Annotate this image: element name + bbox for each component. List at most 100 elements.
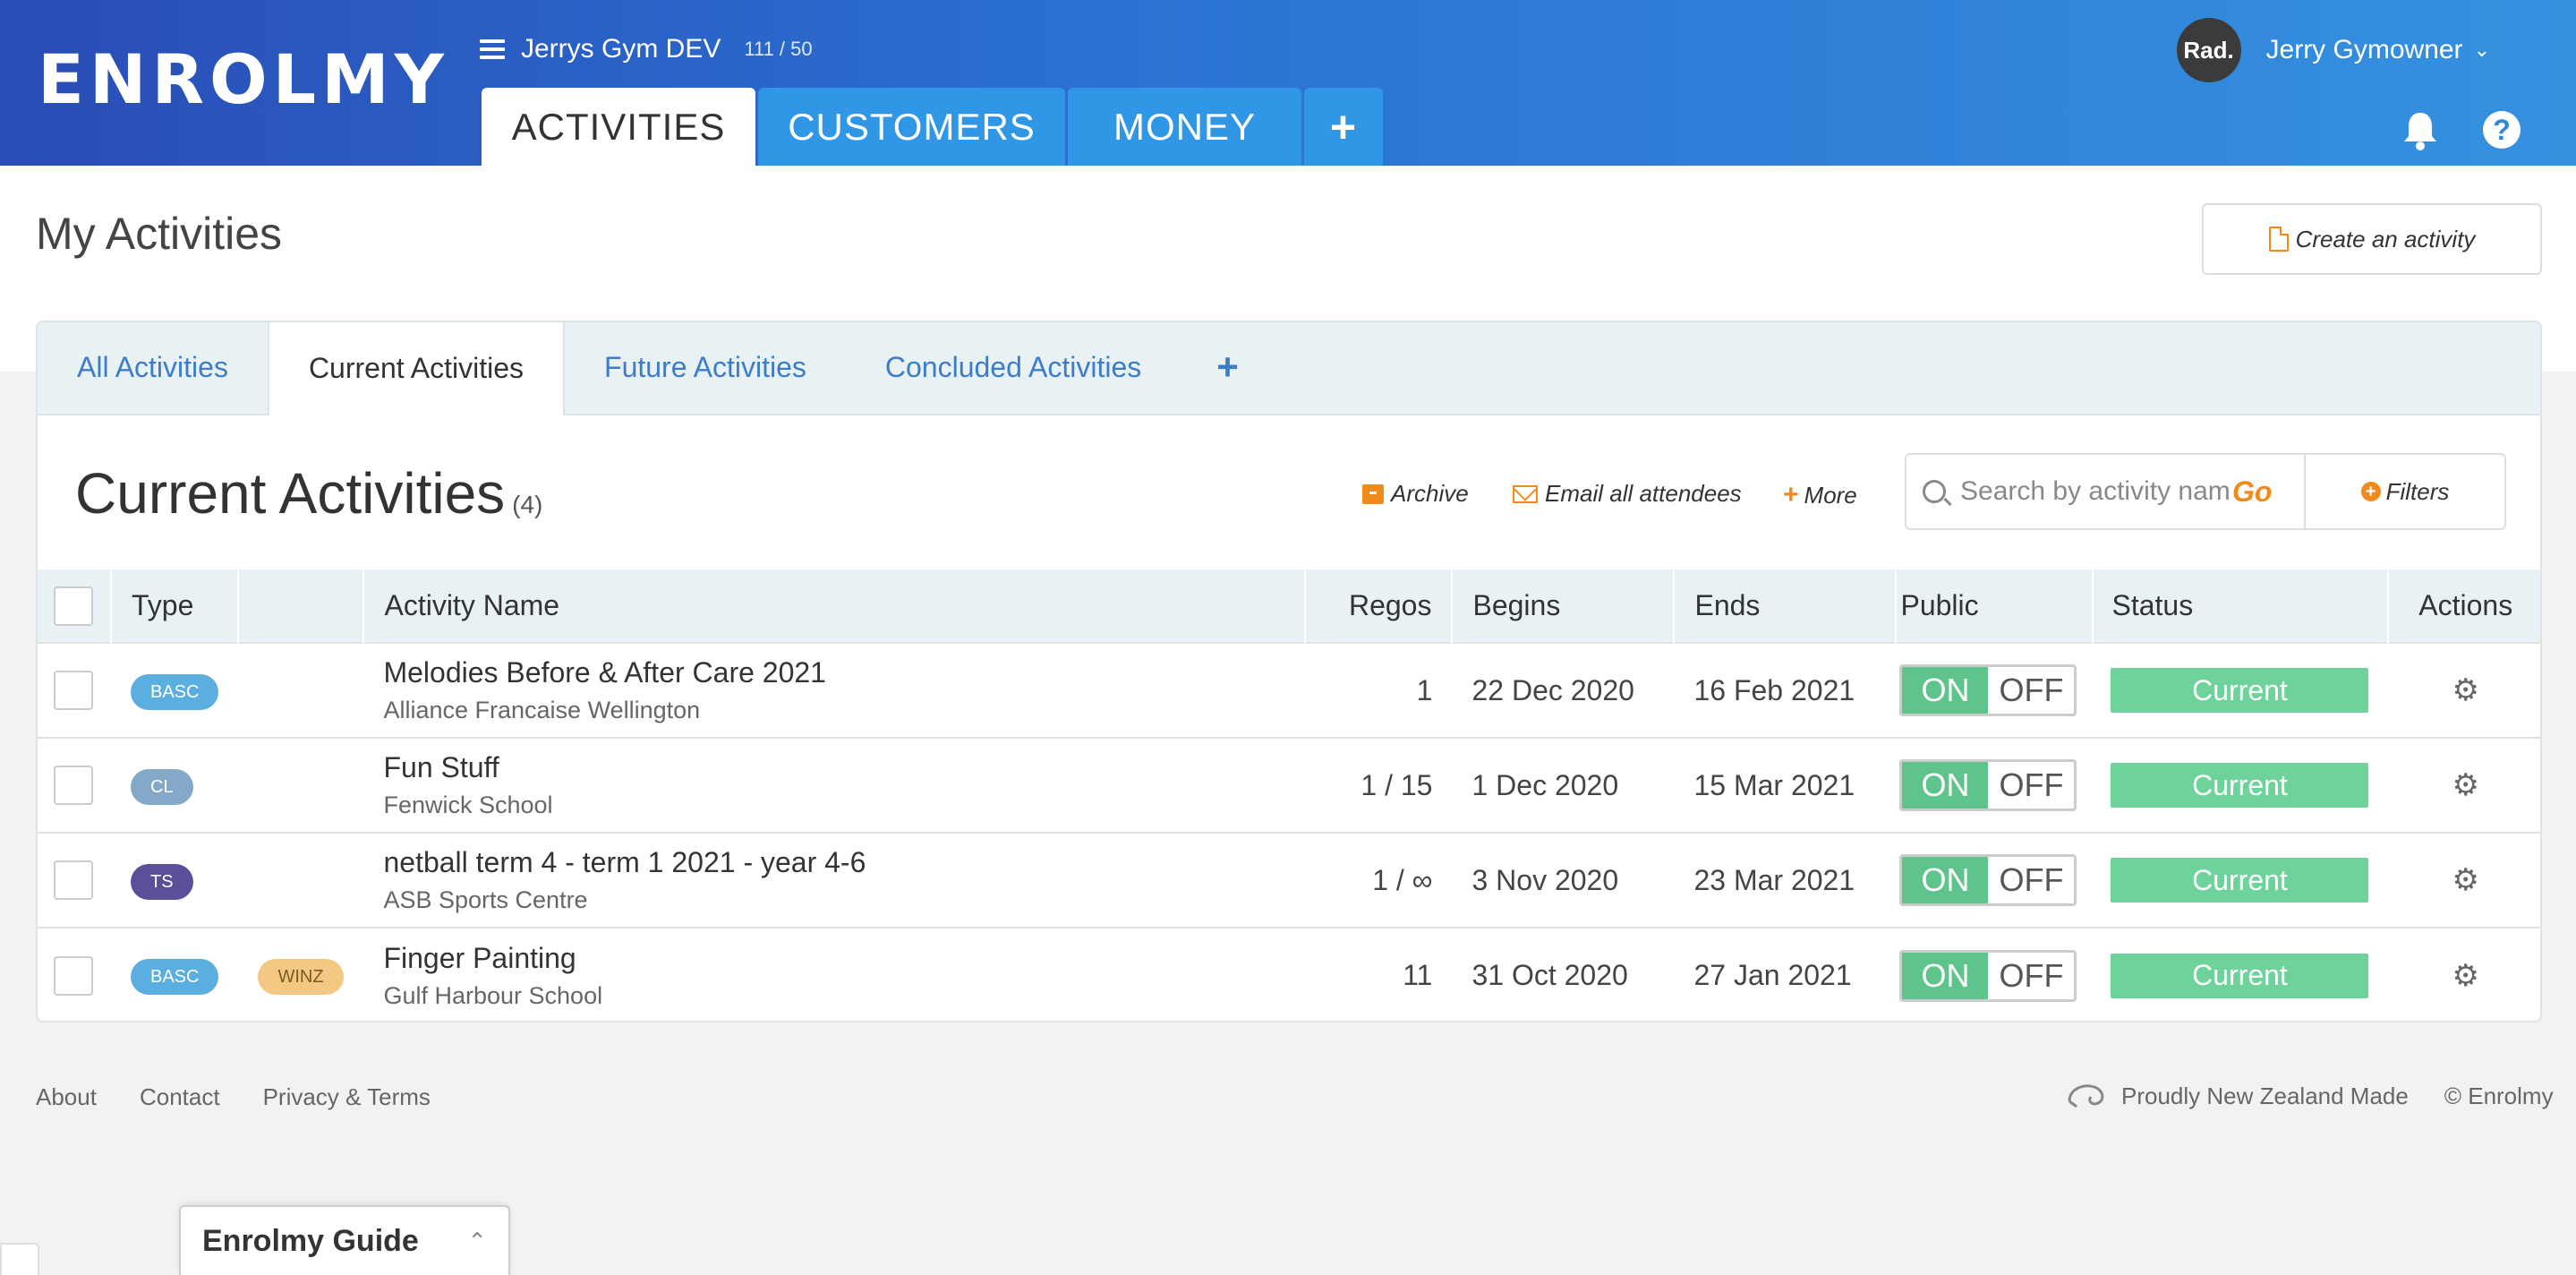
- begins-cell: 3 Nov 2020: [1452, 832, 1675, 928]
- more-button[interactable]: + More: [1783, 480, 1857, 510]
- header-ends[interactable]: Ends: [1674, 569, 1898, 643]
- table-row[interactable]: CL Fun Stuff Fenwick School 1 / 15 1 Dec 202…: [38, 737, 2540, 833]
- toggle-on[interactable]: ON: [1902, 762, 1989, 809]
- table-row[interactable]: BASC WINZ Finger Painting Gulf Harbour Scho…: [38, 927, 2540, 1021]
- avatar: Rad.: [2176, 18, 2241, 82]
- chevron-up-icon[interactable]: ⌃: [467, 1228, 487, 1255]
- type-cell: BASC: [111, 927, 239, 1021]
- actions-cell: ⚙: [2388, 927, 2540, 1021]
- toggle-off[interactable]: OFF: [1988, 857, 2075, 903]
- gear-icon[interactable]: ⚙: [2452, 768, 2478, 802]
- public-cell: ON OFF: [1896, 737, 2094, 833]
- status-badge: Current: [2111, 953, 2369, 998]
- public-toggle[interactable]: ON OFF: [1899, 949, 2077, 1002]
- actions-cell: ⚙: [2388, 642, 2540, 738]
- add-tab-plus-icon[interactable]: +: [1304, 88, 1383, 166]
- row-checkbox[interactable]: [54, 671, 93, 710]
- row-checkbox[interactable]: [54, 860, 93, 900]
- funding-tag-badge: WINZ: [258, 959, 344, 995]
- enrolmy-guide-widget[interactable]: Enrolmy Guide ⌃: [179, 1205, 510, 1275]
- row-checkbox[interactable]: [54, 766, 93, 805]
- footer-link-privacy[interactable]: Privacy & Terms: [263, 1083, 431, 1111]
- gear-icon[interactable]: ⚙: [2452, 673, 2478, 707]
- add-view-plus-icon[interactable]: +: [1181, 322, 1275, 414]
- type-badge: TS: [131, 863, 193, 900]
- filters-button[interactable]: + Filters: [2304, 453, 2506, 530]
- tab-all-activities[interactable]: All Activities: [38, 322, 268, 414]
- public-toggle[interactable]: ON OFF: [1899, 759, 2077, 811]
- ends-cell: 15 Mar 2021: [1674, 737, 1897, 833]
- chevron-down-icon[interactable]: ⌄: [2474, 39, 2490, 62]
- activity-name-link[interactable]: netball term 4 - term 1 2021 - year 4-6: [383, 846, 1285, 879]
- plus-circle-icon: +: [2360, 482, 2381, 501]
- guide-title: Enrolmy Guide: [202, 1223, 419, 1258]
- header-tag: [238, 569, 365, 643]
- public-cell: ON OFF: [1896, 927, 2094, 1021]
- activity-name-link[interactable]: Melodies Before & After Care 2021: [383, 656, 1285, 689]
- toggle-off[interactable]: OFF: [1988, 952, 2075, 999]
- side-widget-stub[interactable]: [0, 1243, 39, 1275]
- header-activity-name[interactable]: Activity Name: [363, 569, 1307, 643]
- user-name[interactable]: Jerry Gymowner: [2266, 35, 2463, 65]
- toggle-on[interactable]: ON: [1902, 952, 1989, 999]
- search-input[interactable]: [1960, 476, 2229, 507]
- main-nav-tabs: ACTIVITIES CUSTOMERS MONEY +: [482, 88, 1386, 166]
- footer-link-contact[interactable]: Contact: [140, 1083, 220, 1111]
- tab-money[interactable]: MONEY: [1068, 88, 1301, 166]
- header-public[interactable]: Public: [1896, 569, 2094, 643]
- tab-customers[interactable]: CUSTOMERS: [758, 88, 1065, 166]
- table-row[interactable]: BASC Melodies Before & After Care 2021 All…: [38, 642, 2540, 738]
- header-type[interactable]: Type: [111, 569, 240, 643]
- regos-cell: 1 / 15: [1305, 737, 1453, 833]
- status-cell: Current: [2093, 927, 2389, 1021]
- footer-links: About Contact Privacy & Terms: [36, 1083, 473, 1111]
- tag-cell: [238, 832, 364, 928]
- gear-icon[interactable]: ⚙: [2452, 959, 2478, 993]
- toggle-on[interactable]: ON: [1902, 667, 1989, 714]
- bell-icon[interactable]: [2401, 109, 2440, 150]
- status-badge: Current: [2111, 668, 2369, 713]
- toggle-off[interactable]: OFF: [1988, 667, 2075, 714]
- user-menu[interactable]: Rad. Jerry Gymowner ⌄: [2176, 18, 2490, 82]
- tab-current-activities[interactable]: Current Activities: [267, 322, 566, 415]
- hamburger-menu-icon[interactable]: [480, 39, 505, 59]
- activities-card: All Activities Current Activities Future…: [36, 321, 2542, 1023]
- regos-cell: 11: [1305, 927, 1453, 1021]
- row-select-cell: [38, 642, 111, 738]
- activity-name-link[interactable]: Finger Painting: [383, 942, 1285, 975]
- gear-icon[interactable]: ⚙: [2452, 863, 2478, 897]
- status-cell: Current: [2093, 642, 2389, 738]
- archive-icon: [1362, 483, 1384, 504]
- begins-cell: 31 Oct 2020: [1452, 927, 1675, 1021]
- tab-future-activities[interactable]: Future Activities: [565, 322, 846, 414]
- public-toggle[interactable]: ON OFF: [1899, 664, 2077, 716]
- status-cell: Current: [2093, 737, 2389, 833]
- begins-cell: 1 Dec 2020: [1452, 737, 1675, 833]
- select-all-checkbox[interactable]: [54, 586, 93, 626]
- page-title: My Activities: [36, 209, 283, 259]
- row-checkbox[interactable]: [54, 955, 93, 996]
- toggle-off[interactable]: OFF: [1988, 762, 2075, 809]
- type-badge: BASC: [131, 959, 219, 995]
- create-activity-button[interactable]: Create an activity: [2202, 203, 2542, 275]
- tab-concluded-activities[interactable]: Concluded Activities: [846, 322, 1181, 414]
- footer-link-about[interactable]: About: [36, 1083, 97, 1111]
- row-select-cell: [38, 832, 111, 928]
- email-all-attendees-button[interactable]: Email all attendees: [1513, 480, 1742, 508]
- archive-button[interactable]: Archive: [1362, 480, 1469, 508]
- header-regos[interactable]: Regos: [1305, 569, 1454, 643]
- table-row[interactable]: TS netball term 4 - term 1 2021 - year 4-…: [38, 832, 2540, 928]
- org-name[interactable]: Jerrys Gym DEV: [521, 34, 721, 64]
- envelope-icon: [1513, 484, 1538, 503]
- help-icon[interactable]: ?: [2483, 111, 2521, 149]
- tab-activities[interactable]: ACTIVITIES: [482, 88, 755, 166]
- toggle-on[interactable]: ON: [1902, 857, 1989, 903]
- header-begins[interactable]: Begins: [1452, 569, 1676, 643]
- activity-name-link[interactable]: Fun Stuff: [383, 751, 1285, 784]
- go-button[interactable]: Go: [2232, 475, 2272, 509]
- org-switcher[interactable]: Jerrys Gym DEV 111 / 50: [480, 27, 813, 72]
- public-toggle[interactable]: ON OFF: [1899, 854, 2077, 906]
- enrolmy-logo[interactable]: ENROLMY: [38, 39, 449, 119]
- header-status[interactable]: Status: [2093, 569, 2390, 643]
- header-actions: Actions: [2388, 569, 2540, 643]
